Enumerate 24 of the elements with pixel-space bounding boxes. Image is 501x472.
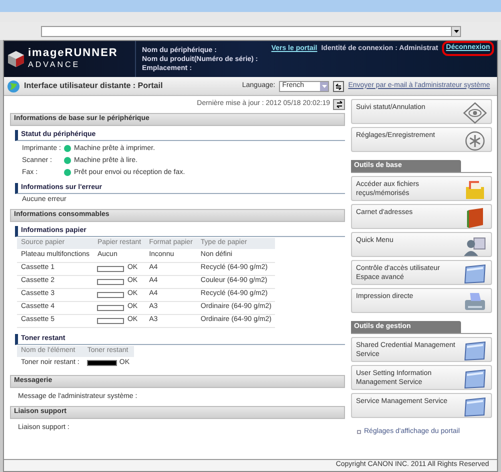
eye-icon <box>463 102 487 124</box>
window-icon <box>463 396 487 418</box>
portal-title: Interface utilisateur distante : Portail <box>24 80 164 92</box>
paper-level-bar <box>97 266 124 272</box>
apply-button[interactable] <box>333 80 344 92</box>
paper-level-bar <box>97 318 124 324</box>
cube-logo-icon <box>7 50 25 68</box>
paper-level-bar <box>97 292 124 298</box>
bullet-icon <box>357 430 361 434</box>
window-icon <box>463 368 487 390</box>
refresh-button[interactable] <box>333 99 345 110</box>
dropdown-arrow-icon[interactable] <box>451 26 460 36</box>
paper-level-bar <box>97 304 124 310</box>
printer-icon <box>463 291 487 313</box>
file-box-icon <box>463 179 487 201</box>
person-icon <box>463 235 487 257</box>
paper-level-bar <box>97 278 124 284</box>
asterisk-icon <box>463 130 487 152</box>
window-icon <box>463 263 487 285</box>
window-icon <box>463 340 487 362</box>
logo-subtitle: ADVANCE <box>28 59 82 70</box>
logo-title: imageRUNNER <box>28 48 118 59</box>
toner-level-bar <box>87 360 118 366</box>
globe-icon <box>7 80 20 92</box>
